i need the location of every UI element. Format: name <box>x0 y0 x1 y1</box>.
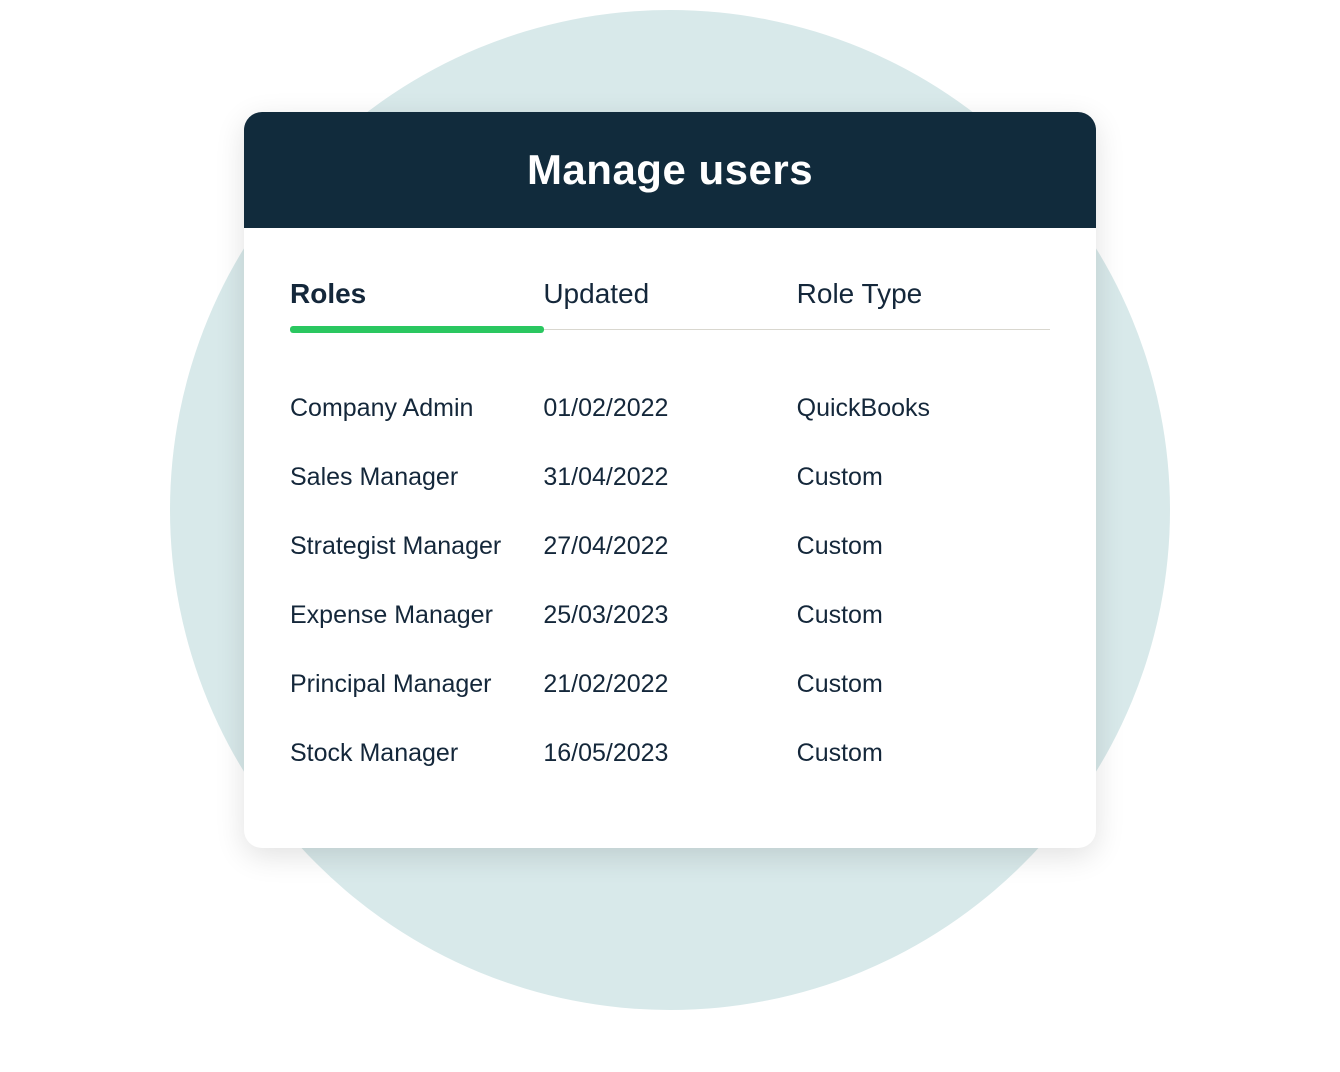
cell-role: Sales Manager <box>290 463 543 492</box>
cell-type: Custom <box>797 601 1050 630</box>
active-tab-underline <box>290 326 544 333</box>
table-rows: Company Admin 01/02/2022 QuickBooks Sale… <box>290 374 1050 788</box>
table-row[interactable]: Stock Manager 16/05/2023 Custom <box>290 719 1050 788</box>
card-body: Roles Updated Role Type Company Admin 01… <box>244 228 1096 848</box>
cell-updated: 25/03/2023 <box>543 601 796 630</box>
cell-updated: 16/05/2023 <box>543 739 796 768</box>
table-row[interactable]: Expense Manager 25/03/2023 Custom <box>290 581 1050 650</box>
cell-updated: 01/02/2022 <box>543 394 796 423</box>
cell-role: Stock Manager <box>290 739 543 768</box>
manage-users-card: Manage users Roles Updated Role Type Com… <box>244 112 1096 848</box>
cell-updated: 27/04/2022 <box>543 532 796 561</box>
cell-role: Strategist Manager <box>290 532 543 561</box>
cell-type: Custom <box>797 532 1050 561</box>
column-role-type[interactable]: Role Type <box>797 278 1050 330</box>
column-updated[interactable]: Updated <box>543 278 796 330</box>
card-header: Manage users <box>244 112 1096 228</box>
cell-role: Expense Manager <box>290 601 543 630</box>
cell-type: Custom <box>797 739 1050 768</box>
cell-type: QuickBooks <box>797 394 1050 423</box>
table-header: Roles Updated Role Type <box>290 278 1050 330</box>
page-title: Manage users <box>244 146 1096 194</box>
cell-role: Principal Manager <box>290 670 543 699</box>
cell-updated: 31/04/2022 <box>543 463 796 492</box>
table-row[interactable]: Principal Manager 21/02/2022 Custom <box>290 650 1050 719</box>
cell-updated: 21/02/2022 <box>543 670 796 699</box>
cell-type: Custom <box>797 670 1050 699</box>
cell-role: Company Admin <box>290 394 543 423</box>
table-row[interactable]: Strategist Manager 27/04/2022 Custom <box>290 512 1050 581</box>
cell-type: Custom <box>797 463 1050 492</box>
table-row[interactable]: Company Admin 01/02/2022 QuickBooks <box>290 374 1050 443</box>
table-row[interactable]: Sales Manager 31/04/2022 Custom <box>290 443 1050 512</box>
column-roles[interactable]: Roles <box>290 278 543 330</box>
